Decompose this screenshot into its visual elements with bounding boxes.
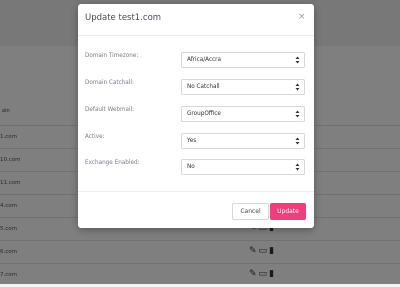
form-row-webmail: Default Webmail: GroupOffice <box>78 106 314 124</box>
form-row-timezone: Domain Timezone: Africa/Accra <box>78 52 314 70</box>
select-caret-icon <box>295 163 300 171</box>
exchange-label: Exchange Enabled: <box>85 160 140 166</box>
catchall-value: No Catchall <box>187 84 220 90</box>
form-row-exchange: Exchange Enabled: No <box>78 159 314 177</box>
webmail-value: GroupOffice <box>187 111 221 117</box>
close-icon[interactable]: × <box>298 13 306 22</box>
active-label: Active: <box>85 134 105 140</box>
form-row-catchall: Domain Catchall: No Catchall <box>78 79 314 97</box>
active-value: Yes <box>187 138 197 144</box>
timezone-value: Africa/Accra <box>187 57 222 63</box>
modal-title: Update test1.com <box>85 13 162 23</box>
update-domain-modal: Update test1.com × Domain Timezone: Afri… <box>78 4 314 228</box>
update-button[interactable]: Update <box>270 203 306 220</box>
webmail-label: Default Webmail: <box>85 107 135 113</box>
cancel-button[interactable]: Cancel <box>232 203 269 220</box>
form-row-active: Active: Yes <box>78 133 314 151</box>
modal-footer: Cancel Update <box>78 191 314 229</box>
select-caret-icon <box>295 56 300 64</box>
modal-header: Update test1.com × <box>78 4 314 36</box>
active-select[interactable]: Yes <box>181 133 305 149</box>
select-caret-icon <box>295 137 300 145</box>
select-caret-icon <box>295 110 300 118</box>
catchall-select[interactable]: No Catchall <box>181 79 305 95</box>
webmail-select[interactable]: GroupOffice <box>181 106 305 122</box>
catchall-label: Domain Catchall: <box>85 80 134 86</box>
exchange-value: No <box>187 164 195 170</box>
exchange-select[interactable]: No <box>181 159 305 175</box>
select-caret-icon <box>295 83 300 91</box>
timezone-select[interactable]: Africa/Accra <box>181 52 305 68</box>
timezone-label: Domain Timezone: <box>85 53 139 59</box>
